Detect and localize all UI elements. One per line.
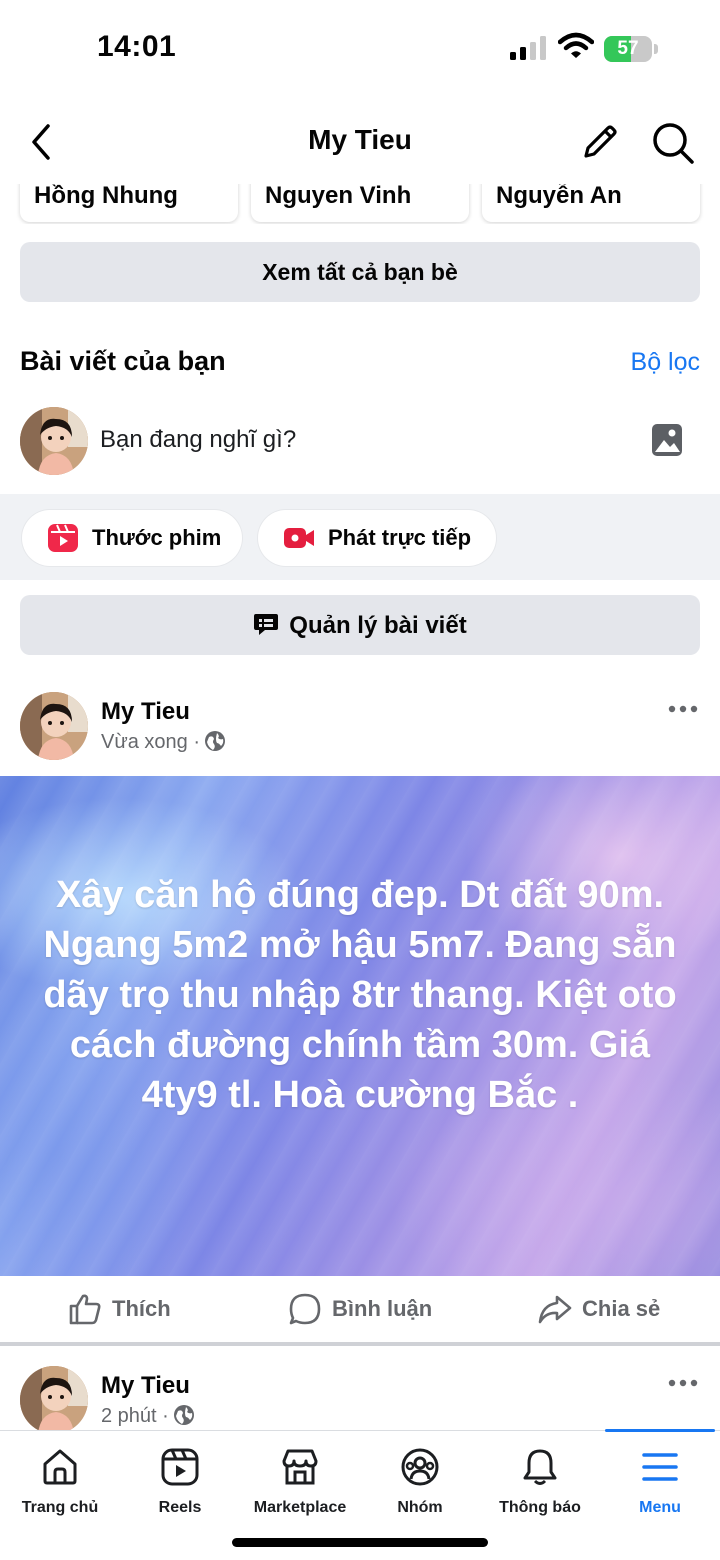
reel-chip-label: Thước phim xyxy=(92,525,222,550)
home-indicator xyxy=(232,1538,488,1547)
post-time: Vừa xong · xyxy=(101,731,200,753)
composer-input[interactable]: Bạn đang nghĩ gì? xyxy=(100,426,296,454)
post-text: Xây căn hộ đúng đep. Dt đất 90m. Ngang 5… xyxy=(43,874,677,1116)
battery-percent: 57 xyxy=(617,38,639,59)
like-button[interactable]: Thích xyxy=(68,1292,198,1326)
share-button[interactable]: Chia sẻ xyxy=(538,1292,668,1326)
comment-icon xyxy=(289,1293,321,1325)
globe-icon[interactable] xyxy=(173,1404,195,1426)
post-actions: Thích Bình luận Chia sẻ xyxy=(0,1276,720,1342)
tab-home-label: Trang chủ xyxy=(21,1499,99,1516)
tab-notifications[interactable]: Thông báo xyxy=(480,1431,600,1527)
manage-posts-icon xyxy=(254,614,279,635)
avatar[interactable] xyxy=(20,407,88,475)
post-time: 2 phút · xyxy=(101,1405,169,1427)
child-photo-icon xyxy=(20,407,88,475)
thumbs-up-icon xyxy=(69,1294,101,1325)
more-options-icon[interactable] xyxy=(668,705,698,713)
active-tab-indicator xyxy=(605,1429,715,1432)
comment-button[interactable]: Bình luận xyxy=(288,1292,448,1326)
live-chip-label: Phát trực tiếp xyxy=(328,525,472,550)
photo-icon[interactable] xyxy=(650,422,684,458)
comment-label: Bình luận xyxy=(332,1296,433,1321)
tab-notifications-label: Thông báo xyxy=(499,1499,581,1516)
manage-posts-label: Quản lý bài viết xyxy=(289,612,467,639)
menu-icon xyxy=(642,1453,678,1481)
tab-groups[interactable]: Nhóm xyxy=(360,1431,480,1527)
filter-link[interactable]: Bộ lọc xyxy=(631,348,700,377)
post-separator xyxy=(0,1342,720,1346)
friend-name: Hồng Nhung xyxy=(34,184,178,209)
avatar[interactable] xyxy=(20,1366,88,1434)
friend-name: Nguyễn An xyxy=(496,184,622,209)
bell-icon xyxy=(523,1449,557,1485)
battery-indicator: 57 xyxy=(604,36,658,62)
reels-icon xyxy=(48,524,78,552)
tab-marketplace-label: Marketplace xyxy=(253,1499,347,1516)
search-icon[interactable] xyxy=(650,120,696,166)
more-options-icon[interactable] xyxy=(668,1379,698,1387)
status-time: 14:01 xyxy=(97,30,177,63)
pencil-icon[interactable] xyxy=(578,120,622,164)
post-author[interactable]: My Tieu xyxy=(101,1372,190,1400)
manage-posts-button[interactable]: Quản lý bài viết xyxy=(20,595,700,655)
reel-chip[interactable]: Thước phim xyxy=(22,510,242,566)
like-label: Thích xyxy=(112,1296,171,1321)
home-icon xyxy=(43,1449,77,1485)
marketplace-icon xyxy=(282,1449,318,1485)
post-meta: Vừa xong · xyxy=(101,730,226,754)
avatar[interactable] xyxy=(20,692,88,760)
child-photo-icon xyxy=(20,692,88,760)
profile-header: My Tieu xyxy=(0,100,720,184)
post-background: Xây căn hộ đúng đep. Dt đất 90m. Ngang 5… xyxy=(0,776,720,1276)
tab-reels-label: Reels xyxy=(158,1499,202,1516)
tab-home[interactable]: Trang chủ xyxy=(0,1431,120,1527)
status-bar: 14:01 57 xyxy=(0,0,720,100)
live-chip[interactable]: Phát trực tiếp xyxy=(258,510,496,566)
groups-icon xyxy=(401,1448,439,1486)
friends-grid: Hồng Nhung Nguyen Vinh Nguyễn An xyxy=(0,184,720,224)
posts-section-title: Bài viết của bạn xyxy=(20,346,226,376)
tab-reels[interactable]: Reels xyxy=(120,1431,240,1527)
tab-menu-label: Menu xyxy=(639,1499,681,1516)
see-all-friends-button[interactable]: Xem tất cả bạn bè xyxy=(20,242,700,302)
share-icon xyxy=(538,1295,572,1324)
post-author[interactable]: My Tieu xyxy=(101,698,190,726)
tab-menu[interactable]: Menu xyxy=(600,1431,720,1527)
tab-groups-label: Nhóm xyxy=(397,1499,443,1516)
share-label: Chia sẻ xyxy=(582,1296,661,1321)
friend-card[interactable]: Nguyễn An xyxy=(482,184,700,222)
wifi-icon xyxy=(558,32,594,58)
globe-icon[interactable] xyxy=(204,730,226,752)
friend-card[interactable]: Hồng Nhung xyxy=(20,184,238,222)
post-meta: 2 phút · xyxy=(101,1404,195,1428)
live-video-icon xyxy=(284,528,314,548)
cellular-signal-icon xyxy=(510,36,546,60)
reels-icon xyxy=(161,1448,199,1486)
tab-marketplace[interactable]: Marketplace xyxy=(240,1431,360,1527)
friend-name: Nguyen Vinh xyxy=(265,184,412,209)
friend-card[interactable]: Nguyen Vinh xyxy=(251,184,469,222)
child-photo-icon xyxy=(20,1366,88,1434)
